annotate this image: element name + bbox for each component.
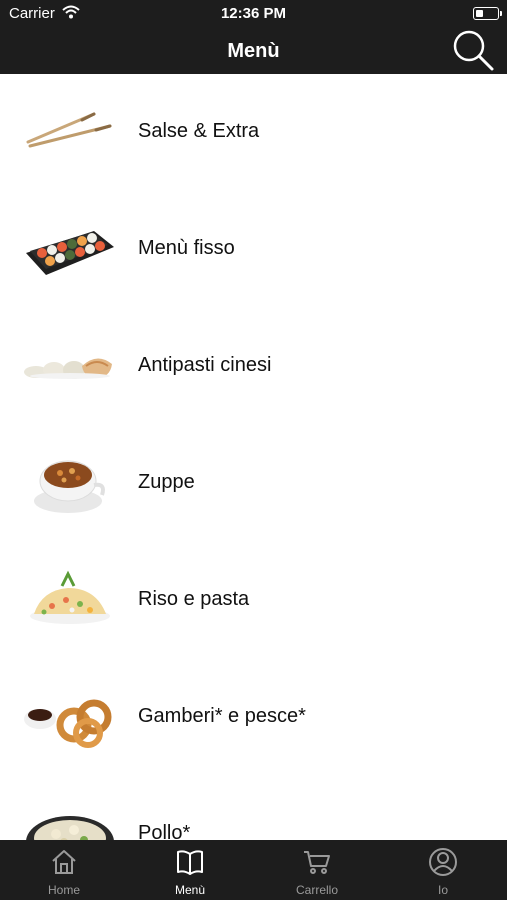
category-label: Pollo* (138, 822, 191, 840)
tab-profile[interactable]: Io (380, 840, 506, 900)
category-label: Menù fisso (138, 237, 235, 259)
list-item[interactable]: Riso e pasta (0, 542, 507, 659)
category-label: Salse & Extra (138, 120, 260, 142)
tab-bar: Home Menù Carrello Io (0, 840, 507, 900)
list-item[interactable]: Antipasti cinesi (0, 308, 507, 425)
fried-rice-image (22, 564, 116, 636)
list-item[interactable]: Zuppe (0, 425, 507, 542)
list-item[interactable]: Gamberi* e pesce* (0, 659, 507, 776)
tab-menu[interactable]: Menù (127, 840, 253, 900)
tab-label: Menù (174, 883, 206, 897)
fried-shrimp-image (22, 681, 116, 753)
category-label: Gamberi* e pesce* (138, 705, 306, 727)
cart-icon (304, 851, 330, 874)
category-list: Salse & Extra Menù fisso Antipasti cines… (0, 74, 507, 840)
category-label: Riso e pasta (138, 588, 250, 610)
tab-label: Io (437, 883, 448, 897)
chicken-dish-image (22, 798, 116, 840)
soup-bowl-image (22, 447, 116, 519)
user-icon (429, 848, 457, 876)
dumplings-image (22, 330, 116, 402)
tab-label: Carrello (295, 883, 338, 897)
tab-cart[interactable]: Carrello (254, 840, 380, 900)
tab-home[interactable]: Home (1, 840, 127, 900)
home-icon (52, 850, 76, 874)
sushi-tray-image (22, 213, 116, 285)
chopsticks-image (22, 96, 116, 168)
tab-label: Home (47, 883, 80, 897)
category-label: Antipasti cinesi (138, 354, 272, 376)
list-item[interactable]: Pollo* (0, 776, 507, 840)
page-title: Menù (227, 40, 280, 62)
battery-icon (473, 7, 502, 20)
top-bar: Carrier 12:36 PM Menù (0, 0, 507, 74)
list-item[interactable]: Salse & Extra (0, 74, 507, 191)
category-label: Zuppe (138, 471, 195, 493)
list-item[interactable]: Menù fisso (0, 191, 507, 308)
status-bar: Carrier 12:36 PM (0, 0, 507, 28)
clock: 12:36 PM (220, 5, 287, 22)
search-icon[interactable] (451, 28, 495, 72)
book-icon (177, 850, 203, 875)
